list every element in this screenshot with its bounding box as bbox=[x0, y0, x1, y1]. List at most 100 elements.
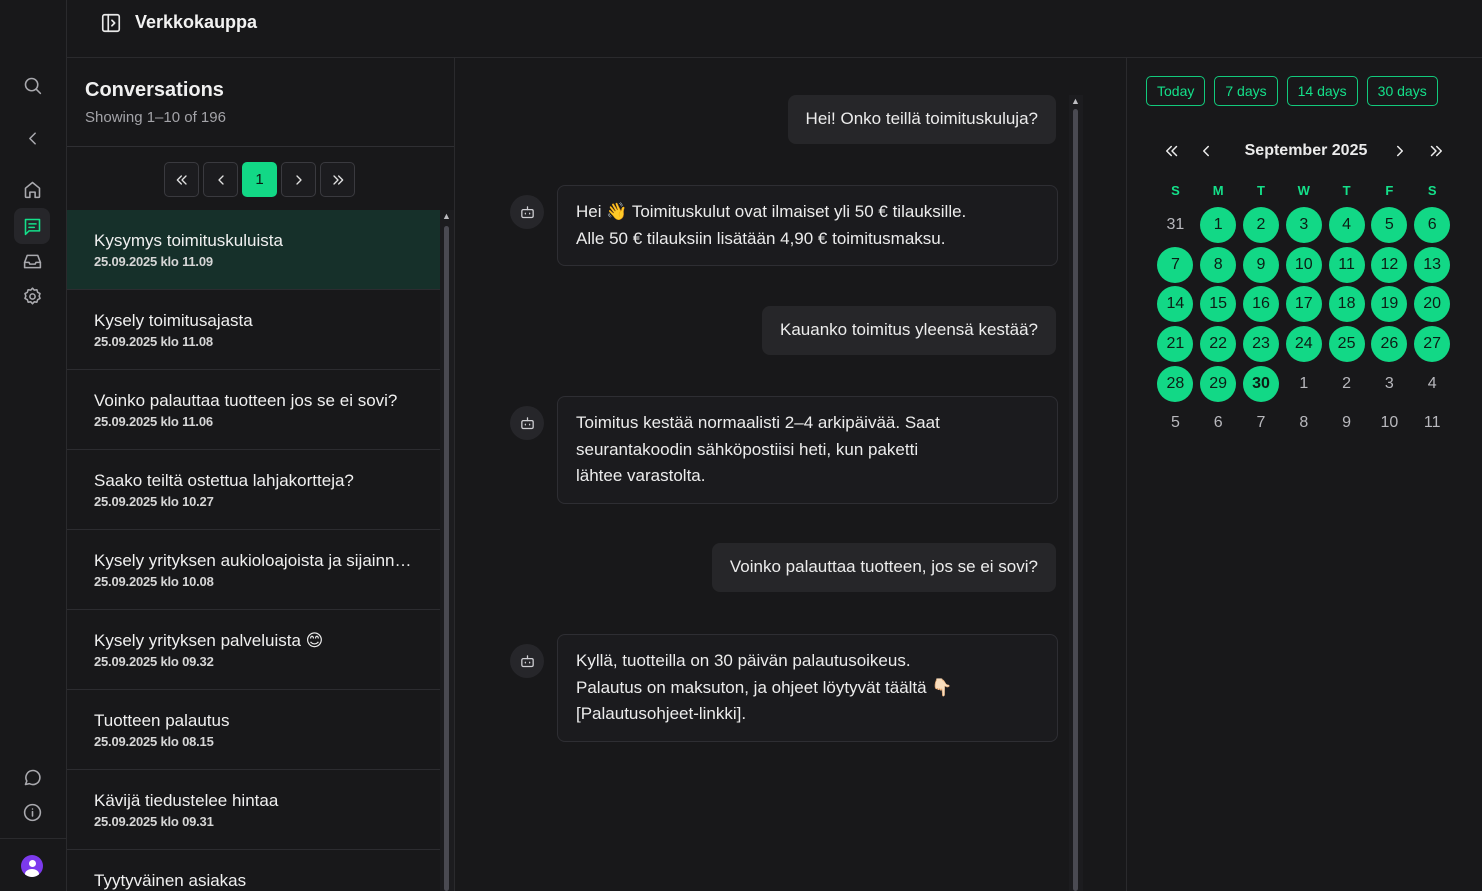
conversation-item[interactable]: Voinko palauttaa tuotteen jos se ei sovi… bbox=[67, 370, 440, 450]
weekday-label: T bbox=[1257, 183, 1265, 198]
conversation-item[interactable]: Saako teiltä ostettua lahjakortteja? 25.… bbox=[67, 450, 440, 530]
conversation-title: Kävijä tiedustelee hintaa bbox=[94, 791, 279, 810]
nav-settings[interactable] bbox=[14, 278, 50, 314]
calendar-day[interactable]: 6 bbox=[1197, 405, 1240, 441]
calendar-day[interactable]: 30 bbox=[1240, 365, 1283, 402]
calendar-day[interactable]: 25 bbox=[1325, 325, 1368, 362]
calendar-day[interactable]: 23 bbox=[1240, 325, 1283, 362]
calendar-day[interactable]: 10 bbox=[1368, 405, 1411, 441]
conversation-item[interactable]: Kysely toimitusajasta 25.09.2025 klo 11.… bbox=[67, 290, 440, 370]
calendar-day[interactable]: 29 bbox=[1197, 365, 1240, 402]
page-1-button[interactable]: 1 bbox=[242, 162, 277, 197]
calendar-day[interactable]: 5 bbox=[1368, 206, 1411, 243]
next-page-button[interactable] bbox=[281, 162, 316, 197]
calendar-day[interactable]: 5 bbox=[1154, 405, 1197, 441]
calendar-day[interactable]: 31 bbox=[1154, 207, 1197, 243]
previous-year-button[interactable] bbox=[1160, 139, 1184, 163]
calendar-day[interactable]: 11 bbox=[1325, 246, 1368, 283]
calendar-day[interactable]: 10 bbox=[1282, 246, 1325, 283]
calendar-day[interactable]: 24 bbox=[1282, 325, 1325, 362]
next-month-button[interactable] bbox=[1388, 139, 1412, 163]
scroll-up-arrow[interactable]: ▲ bbox=[1071, 97, 1080, 106]
range-today-button[interactable]: Today bbox=[1146, 76, 1206, 106]
next-year-button[interactable] bbox=[1424, 139, 1448, 163]
message-line: Alle 50 € tilauksiin lisätään 4,90 € toi… bbox=[576, 228, 946, 248]
chat-panel: Hei! Onko teillä toimituskuluja? Hei 👋 T… bbox=[455, 58, 1127, 891]
calendar-day[interactable]: 19 bbox=[1368, 286, 1411, 323]
feedback-button[interactable] bbox=[14, 759, 50, 795]
calendar-day[interactable]: 3 bbox=[1368, 366, 1411, 402]
rail-divider bbox=[0, 838, 67, 839]
conversation-item[interactable]: Tyytyväinen asiakas bbox=[67, 850, 440, 891]
weekday-label: F bbox=[1385, 183, 1394, 198]
calendar-day[interactable]: 9 bbox=[1325, 405, 1368, 441]
conversation-item[interactable]: Kysely yrityksen aukioloajoista ja sijai… bbox=[67, 530, 440, 610]
conversation-item[interactable]: Kysely yrityksen palveluista 😊 25.09.202… bbox=[67, 610, 440, 690]
day-number: 7 bbox=[1157, 246, 1194, 283]
conversation-list-scrollbar[interactable]: ▲ bbox=[440, 210, 454, 891]
collapse-sidebar-button[interactable] bbox=[14, 120, 50, 156]
calendar-day[interactable]: 22 bbox=[1197, 325, 1240, 362]
calendar-day[interactable]: 14 bbox=[1154, 286, 1197, 323]
nav-conversations[interactable] bbox=[14, 208, 50, 244]
scrollbar-thumb[interactable] bbox=[1073, 109, 1078, 891]
prev-page-button[interactable] bbox=[203, 162, 238, 197]
scroll-up-arrow[interactable]: ▲ bbox=[442, 212, 451, 221]
conversation-item[interactable]: Kävijä tiedustelee hintaa 25.09.2025 klo… bbox=[67, 770, 440, 850]
range-14-days-button[interactable]: 14 days bbox=[1286, 76, 1358, 106]
chat-scrollbar[interactable]: ▲ bbox=[1069, 95, 1083, 891]
day-number: 3 bbox=[1285, 206, 1322, 243]
user-message: Kauanko toimitus yleensä kestää? bbox=[762, 306, 1056, 355]
calendar-day[interactable]: 18 bbox=[1325, 286, 1368, 323]
day-number: 10 bbox=[1285, 246, 1322, 283]
user-avatar[interactable] bbox=[21, 855, 43, 877]
conversation-item[interactable]: Tuotteen palautus 25.09.2025 klo 08.15 bbox=[67, 690, 440, 770]
calendar-day[interactable]: 8 bbox=[1282, 405, 1325, 441]
bot-message: Hei 👋 Toimituskulut ovat ilmaiset yli 50… bbox=[557, 185, 1058, 266]
range-7-days-button[interactable]: 7 days bbox=[1214, 76, 1278, 106]
nav-inbox[interactable] bbox=[14, 243, 50, 279]
calendar-day[interactable]: 27 bbox=[1411, 325, 1454, 362]
calendar-day[interactable]: 3 bbox=[1282, 206, 1325, 243]
day-number: 18 bbox=[1328, 286, 1365, 323]
previous-month-button[interactable] bbox=[1194, 139, 1218, 163]
inbox-icon bbox=[23, 254, 41, 268]
calendar-day[interactable]: 20 bbox=[1411, 286, 1454, 323]
calendar-day[interactable]: 26 bbox=[1368, 325, 1411, 362]
last-page-button[interactable] bbox=[320, 162, 355, 197]
calendar-day[interactable]: 21 bbox=[1154, 325, 1197, 362]
calendar-day[interactable]: 17 bbox=[1282, 286, 1325, 323]
calendar-day[interactable]: 6 bbox=[1411, 206, 1454, 243]
calendar-week: 31 1 2 3 4 5 6 bbox=[1154, 205, 1458, 245]
conversation-list: Kysymys toimituskuluista 25.09.2025 klo … bbox=[67, 210, 440, 891]
day-number: 9 bbox=[1342, 414, 1352, 432]
calendar-day[interactable]: 13 bbox=[1411, 246, 1454, 283]
calendar-day[interactable]: 16 bbox=[1240, 286, 1283, 323]
calendar-day[interactable]: 2 bbox=[1325, 366, 1368, 402]
calendar-day[interactable]: 8 bbox=[1197, 246, 1240, 283]
calendar-day[interactable]: 4 bbox=[1325, 206, 1368, 243]
calendar-day[interactable]: 7 bbox=[1154, 246, 1197, 283]
calendar-day[interactable]: 1 bbox=[1197, 206, 1240, 243]
calendar-day[interactable]: 9 bbox=[1240, 246, 1283, 283]
calendar-day[interactable]: 2 bbox=[1240, 206, 1283, 243]
calendar-day[interactable]: 1 bbox=[1282, 366, 1325, 402]
day-number: 13 bbox=[1414, 246, 1451, 283]
calendar-day[interactable]: 11 bbox=[1411, 405, 1454, 441]
first-page-button[interactable] bbox=[164, 162, 199, 197]
search-button[interactable] bbox=[14, 67, 50, 103]
scrollbar-thumb[interactable] bbox=[444, 226, 449, 891]
toggle-panel-button[interactable] bbox=[100, 12, 122, 34]
calendar-day[interactable]: 4 bbox=[1411, 366, 1454, 402]
day-number: 31 bbox=[1166, 215, 1185, 233]
calendar-day[interactable]: 7 bbox=[1240, 405, 1283, 441]
calendar-day[interactable]: 28 bbox=[1154, 365, 1197, 402]
calendar-day[interactable]: 12 bbox=[1368, 246, 1411, 283]
info-button[interactable] bbox=[14, 794, 50, 830]
conversation-item[interactable]: Kysymys toimituskuluista 25.09.2025 klo … bbox=[67, 210, 440, 290]
range-30-days-button[interactable]: 30 days bbox=[1366, 76, 1438, 106]
message-line: Hei 👋 Toimituskulut ovat ilmaiset yli 50… bbox=[576, 202, 967, 221]
nav-home[interactable] bbox=[14, 171, 50, 207]
day-number: 15 bbox=[1200, 286, 1237, 323]
calendar-day[interactable]: 15 bbox=[1197, 286, 1240, 323]
